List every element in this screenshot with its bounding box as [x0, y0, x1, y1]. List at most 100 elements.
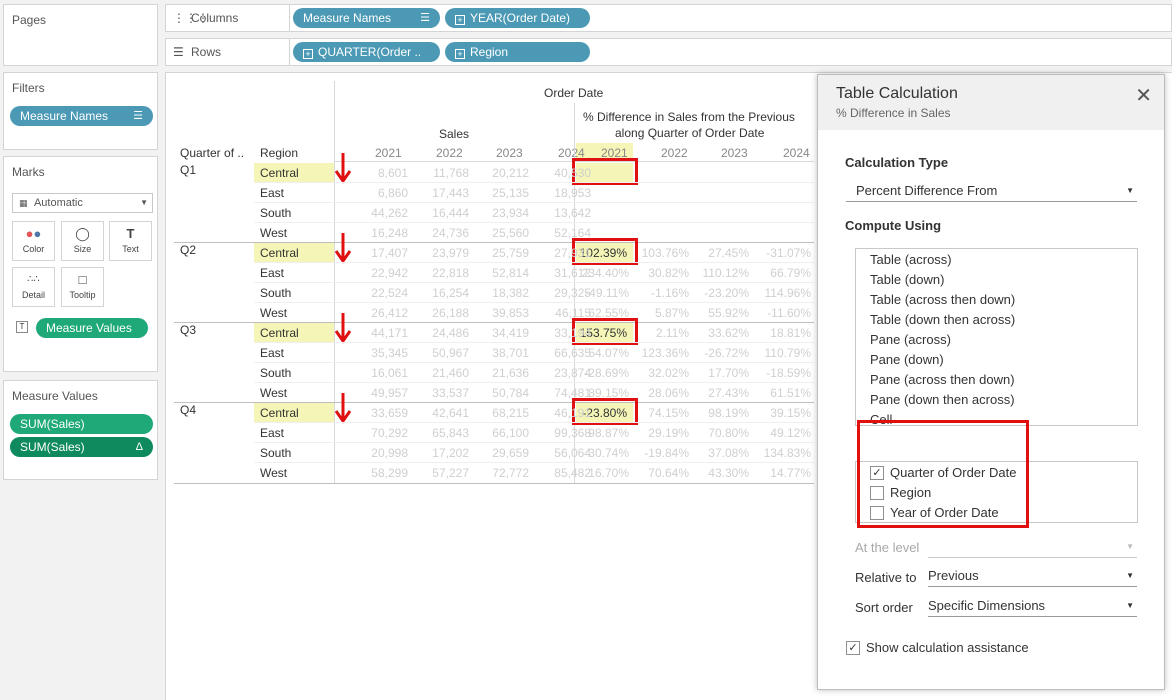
row-separator — [254, 282, 814, 283]
columns-shelf[interactable]: ⋮⋮⋮Columns Measure Names ☰ + YEAR(Order D… — [165, 4, 1172, 32]
mark-type-select[interactable]: ▦ Automatic ▼ — [12, 193, 153, 213]
pct-cell: 70.80% — [708, 426, 749, 440]
compute-option[interactable]: Pane (across then down) — [870, 372, 1015, 387]
sales-cell: 35,345 — [371, 346, 408, 360]
rows-pill-region[interactable]: + Region — [445, 42, 590, 62]
expand-plus-icon: + — [303, 49, 313, 59]
pct-cell: 39.15% — [770, 406, 811, 420]
compute-option[interactable]: Pane (down then across) — [870, 392, 1015, 407]
sales-cell: 21,636 — [492, 366, 529, 380]
marks-card: Marks ▦ Automatic ▼ ●● Color ◯ Size T Te… — [3, 156, 158, 372]
region-label: South — [260, 206, 292, 220]
filter-pill-label: Measure Names — [20, 109, 109, 123]
text-icon: T — [126, 226, 135, 241]
row-separator — [254, 442, 814, 443]
sales-cell: 44,262 — [371, 206, 408, 220]
table-calculation-dialog: Table Calculation % Difference in Sales … — [817, 74, 1165, 690]
relative-to-label: Relative to — [855, 570, 917, 585]
region-label: South — [260, 286, 292, 300]
columns-pill-year[interactable]: + YEAR(Order Date) — [445, 8, 590, 28]
calc-type-select[interactable]: Percent Difference From ▼ — [846, 180, 1137, 202]
show-assist-label: Show calculation assistance — [866, 640, 1029, 655]
sales-cell: 57,227 — [432, 466, 469, 480]
filters-title: Filters — [12, 81, 45, 95]
sort-order-select[interactable]: Specific Dimensions ▼ — [928, 595, 1137, 617]
header-year-pct: 2024 — [783, 146, 810, 160]
pages-card: Pages — [3, 4, 158, 66]
pct-cell: 18.81% — [770, 326, 811, 340]
sales-cell: 18,382 — [492, 286, 529, 300]
pct-cell: 110.12% — [702, 266, 749, 280]
sales-cell: 66,100 — [492, 426, 529, 440]
rows-shelf[interactable]: ☰ Rows + QUARTER(Order .. + Region — [165, 38, 1172, 66]
columns-pill-measure-names[interactable]: Measure Names ☰ — [293, 8, 440, 28]
columns-icon: ⋮⋮⋮ — [173, 11, 209, 25]
compute-option[interactable]: Table (across) — [870, 252, 952, 267]
relative-to-select[interactable]: Previous ▼ — [928, 565, 1137, 587]
pct-cell: 28.06% — [648, 386, 689, 400]
tooltip-icon: □ — [78, 272, 87, 287]
pct-cell: 29.19% — [648, 426, 689, 440]
sales-cell: 17,407 — [371, 246, 408, 260]
sales-cell: 13,642 — [554, 206, 591, 220]
header-year-sales: 2023 — [496, 146, 523, 160]
pct-cell: -23.20% — [704, 286, 749, 300]
dialog-title: Table Calculation — [836, 85, 958, 102]
marks-detail-button[interactable]: ∴∴ Detail — [12, 267, 55, 307]
red-down-arrow-icon — [334, 313, 352, 344]
marks-measure-values-pill[interactable]: Measure Values — [36, 318, 148, 338]
marks-color-button[interactable]: ●● Color — [12, 221, 55, 261]
sales-cell: 21,460 — [432, 366, 469, 380]
compute-option[interactable]: Table (down then across) — [870, 312, 1015, 327]
show-assist-checkbox[interactable]: ✓ — [846, 641, 860, 655]
region-label: West — [260, 386, 288, 400]
marks-color-label: Color — [22, 244, 45, 254]
rows-label-text: Rows — [191, 45, 222, 59]
sales-cell: 31,612 — [554, 266, 591, 280]
sort-order-value: Specific Dimensions — [928, 598, 1046, 613]
sales-cell: 58,299 — [371, 466, 408, 480]
sales-cell: 17,443 — [432, 186, 469, 200]
region-label: East — [260, 186, 285, 200]
compute-option[interactable]: Table (across then down) — [870, 292, 1015, 307]
compute-using-list[interactable]: Table (across) Table (down) Table (across … — [855, 248, 1138, 426]
table-bottom-line — [174, 483, 814, 484]
region-label: West — [260, 466, 288, 480]
sales-cell: 33,194 — [554, 326, 591, 340]
pct-cell: -19.84% — [644, 446, 689, 460]
sales-cell: 49,957 — [371, 386, 408, 400]
measure-values-title: Measure Values — [12, 389, 98, 403]
compute-option[interactable]: Pane (down) — [870, 352, 944, 367]
measure-pill-sum-sales[interactable]: SUM(Sales) — [10, 414, 153, 434]
marks-text-button[interactable]: T Text — [109, 221, 152, 261]
marks-tooltip-button[interactable]: □ Tooltip — [61, 267, 104, 307]
measure-pill-sum-sales-calc[interactable]: SUM(Sales) Δ — [10, 437, 153, 457]
close-icon[interactable]: ✕ — [1135, 83, 1152, 108]
filter-pill-measure-names[interactable]: Measure Names ☰ — [10, 106, 153, 126]
delta-icon: Δ — [135, 441, 143, 453]
marks-size-button[interactable]: ◯ Size — [61, 221, 104, 261]
compute-option[interactable]: Pane (across) — [870, 332, 951, 347]
region-label: East — [260, 346, 285, 360]
at-level-select[interactable]: ▼ — [928, 536, 1137, 558]
rows-pill-quarter[interactable]: + QUARTER(Order .. — [293, 42, 440, 62]
tableau-workspace: Pages Filters Measure Names ☰ Marks ▦ Au… — [0, 0, 1172, 700]
pct-cell: 5.87% — [654, 306, 689, 320]
quarter-label: Q3 — [180, 323, 197, 337]
compute-option[interactable]: Table (down) — [870, 272, 944, 287]
marks-text-label: Text — [122, 244, 139, 254]
sales-cell: 26,412 — [371, 306, 408, 320]
red-down-arrow-icon — [334, 393, 352, 424]
region-label: Central — [260, 166, 299, 180]
sales-cell: 16,254 — [432, 286, 469, 300]
sales-cell: 29,325 — [554, 286, 591, 300]
chevron-down-icon: ▼ — [1126, 601, 1134, 610]
calc-type-value: Percent Difference From — [856, 183, 998, 198]
dialog-subtitle: % Difference in Sales — [836, 106, 951, 120]
pct-cell: 134.83% — [763, 446, 811, 460]
pct-cell: 27.43% — [708, 386, 749, 400]
sales-cell: 26,188 — [432, 306, 469, 320]
row-separator — [254, 462, 814, 463]
row-separator — [254, 422, 814, 423]
pct-cell: 2.11% — [655, 326, 689, 340]
